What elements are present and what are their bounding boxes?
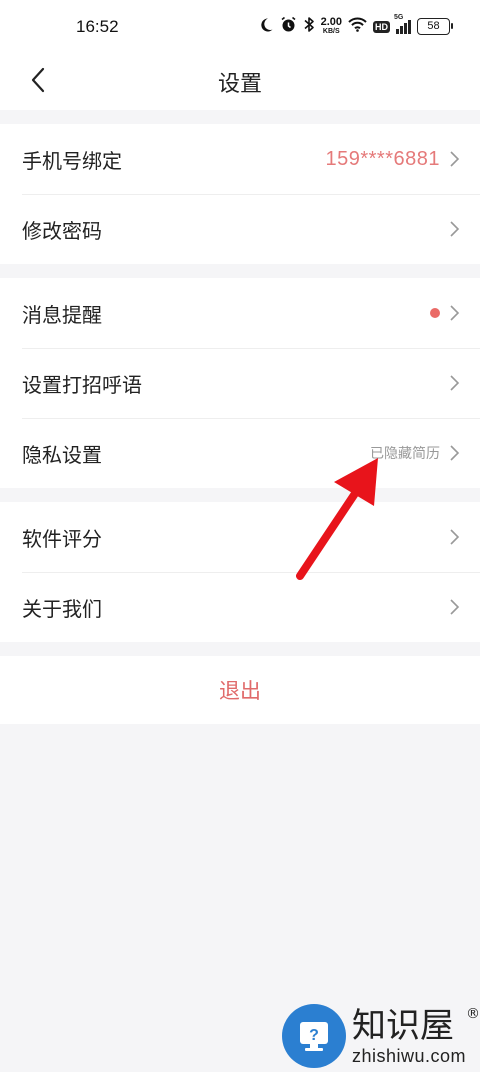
registered-mark: ® [466, 1006, 480, 1022]
settings-item-change-password[interactable]: 修改密码 [0, 194, 480, 264]
net-speed-unit: KB/S [322, 27, 340, 35]
row-right [448, 374, 460, 392]
row-right: 已隐藏简历 [370, 443, 460, 463]
chevron-right-icon [448, 304, 460, 322]
settings-item-label: 手机号绑定 [22, 148, 122, 173]
settings-item-about-us[interactable]: 关于我们 [0, 572, 480, 642]
settings-item-phone-binding[interactable]: 手机号绑定 159****6881 [0, 124, 480, 194]
settings-item-label: 隐私设置 [22, 442, 102, 467]
chevron-right-icon [448, 444, 460, 462]
battery-icon: 58 [417, 18, 453, 35]
phone-number-value: 159****6881 [325, 147, 440, 170]
watermark: ? 知识屋 zhishiwu.com ® [282, 1004, 480, 1068]
chevron-right-icon [448, 220, 460, 238]
settings-item-label: 设置打招呼语 [22, 372, 142, 397]
chevron-right-icon [448, 150, 460, 168]
row-right: 159****6881 [326, 148, 461, 171]
chevron-right-icon [448, 528, 460, 546]
nav-bar: 设置 [0, 54, 480, 110]
watermark-logo-icon: ? [282, 1004, 346, 1068]
hd-badge: HD [373, 20, 390, 33]
row-right [448, 220, 460, 238]
status-icons: 2.00 KB/S HD 5G 58 [258, 14, 453, 37]
settings-group-account: 手机号绑定 159****6881 修改密码 [0, 124, 480, 264]
moon-icon [258, 17, 274, 37]
settings-item-greeting[interactable]: 设置打招呼语 [0, 348, 480, 418]
status-bar: 16:52 2.00 KB/S HD 5G 58 [0, 0, 480, 54]
net-speed: 2.00 KB/S [320, 15, 342, 36]
row-right [448, 528, 460, 546]
settings-item-label: 软件评分 [22, 526, 102, 551]
settings-group-about: 软件评分 关于我们 [0, 502, 480, 642]
chevron-right-icon [448, 598, 460, 616]
privacy-status-value: 已隐藏简历 [370, 446, 440, 462]
watermark-domain: zhishiwu.com [352, 1046, 467, 1066]
settings-item-rate-app[interactable]: 软件评分 [0, 502, 480, 572]
alarm-icon [280, 16, 297, 37]
logout-button[interactable]: 退出 [0, 656, 480, 724]
signal-label: 5G [394, 13, 404, 21]
red-dot-badge [430, 308, 440, 318]
status-time: 16:52 [76, 17, 119, 36]
settings-item-label: 消息提醒 [22, 302, 102, 327]
chevron-right-icon [448, 374, 460, 392]
watermark-text: 知识屋 zhishiwu.com ® [352, 1006, 480, 1066]
page-title: 设置 [217, 72, 262, 97]
watermark-name: 知识屋 [352, 1006, 454, 1046]
signal-icon: 5G [394, 14, 411, 34]
bluetooth-icon [303, 16, 315, 37]
row-right [430, 304, 460, 322]
settings-group-messages: 消息提醒 设置打招呼语 隐私设置 已隐藏简历 [0, 278, 480, 488]
wifi-icon [348, 17, 367, 36]
settings-item-label: 关于我们 [22, 596, 102, 621]
row-right [448, 598, 460, 616]
settings-item-privacy[interactable]: 隐私设置 已隐藏简历 [0, 418, 480, 488]
settings-item-label: 修改密码 [22, 218, 102, 243]
logout-label: 退出 [219, 679, 261, 703]
net-speed-value: 2.00 [320, 15, 342, 28]
svg-text:?: ? [309, 1027, 319, 1044]
settings-item-notifications[interactable]: 消息提醒 [0, 278, 480, 348]
